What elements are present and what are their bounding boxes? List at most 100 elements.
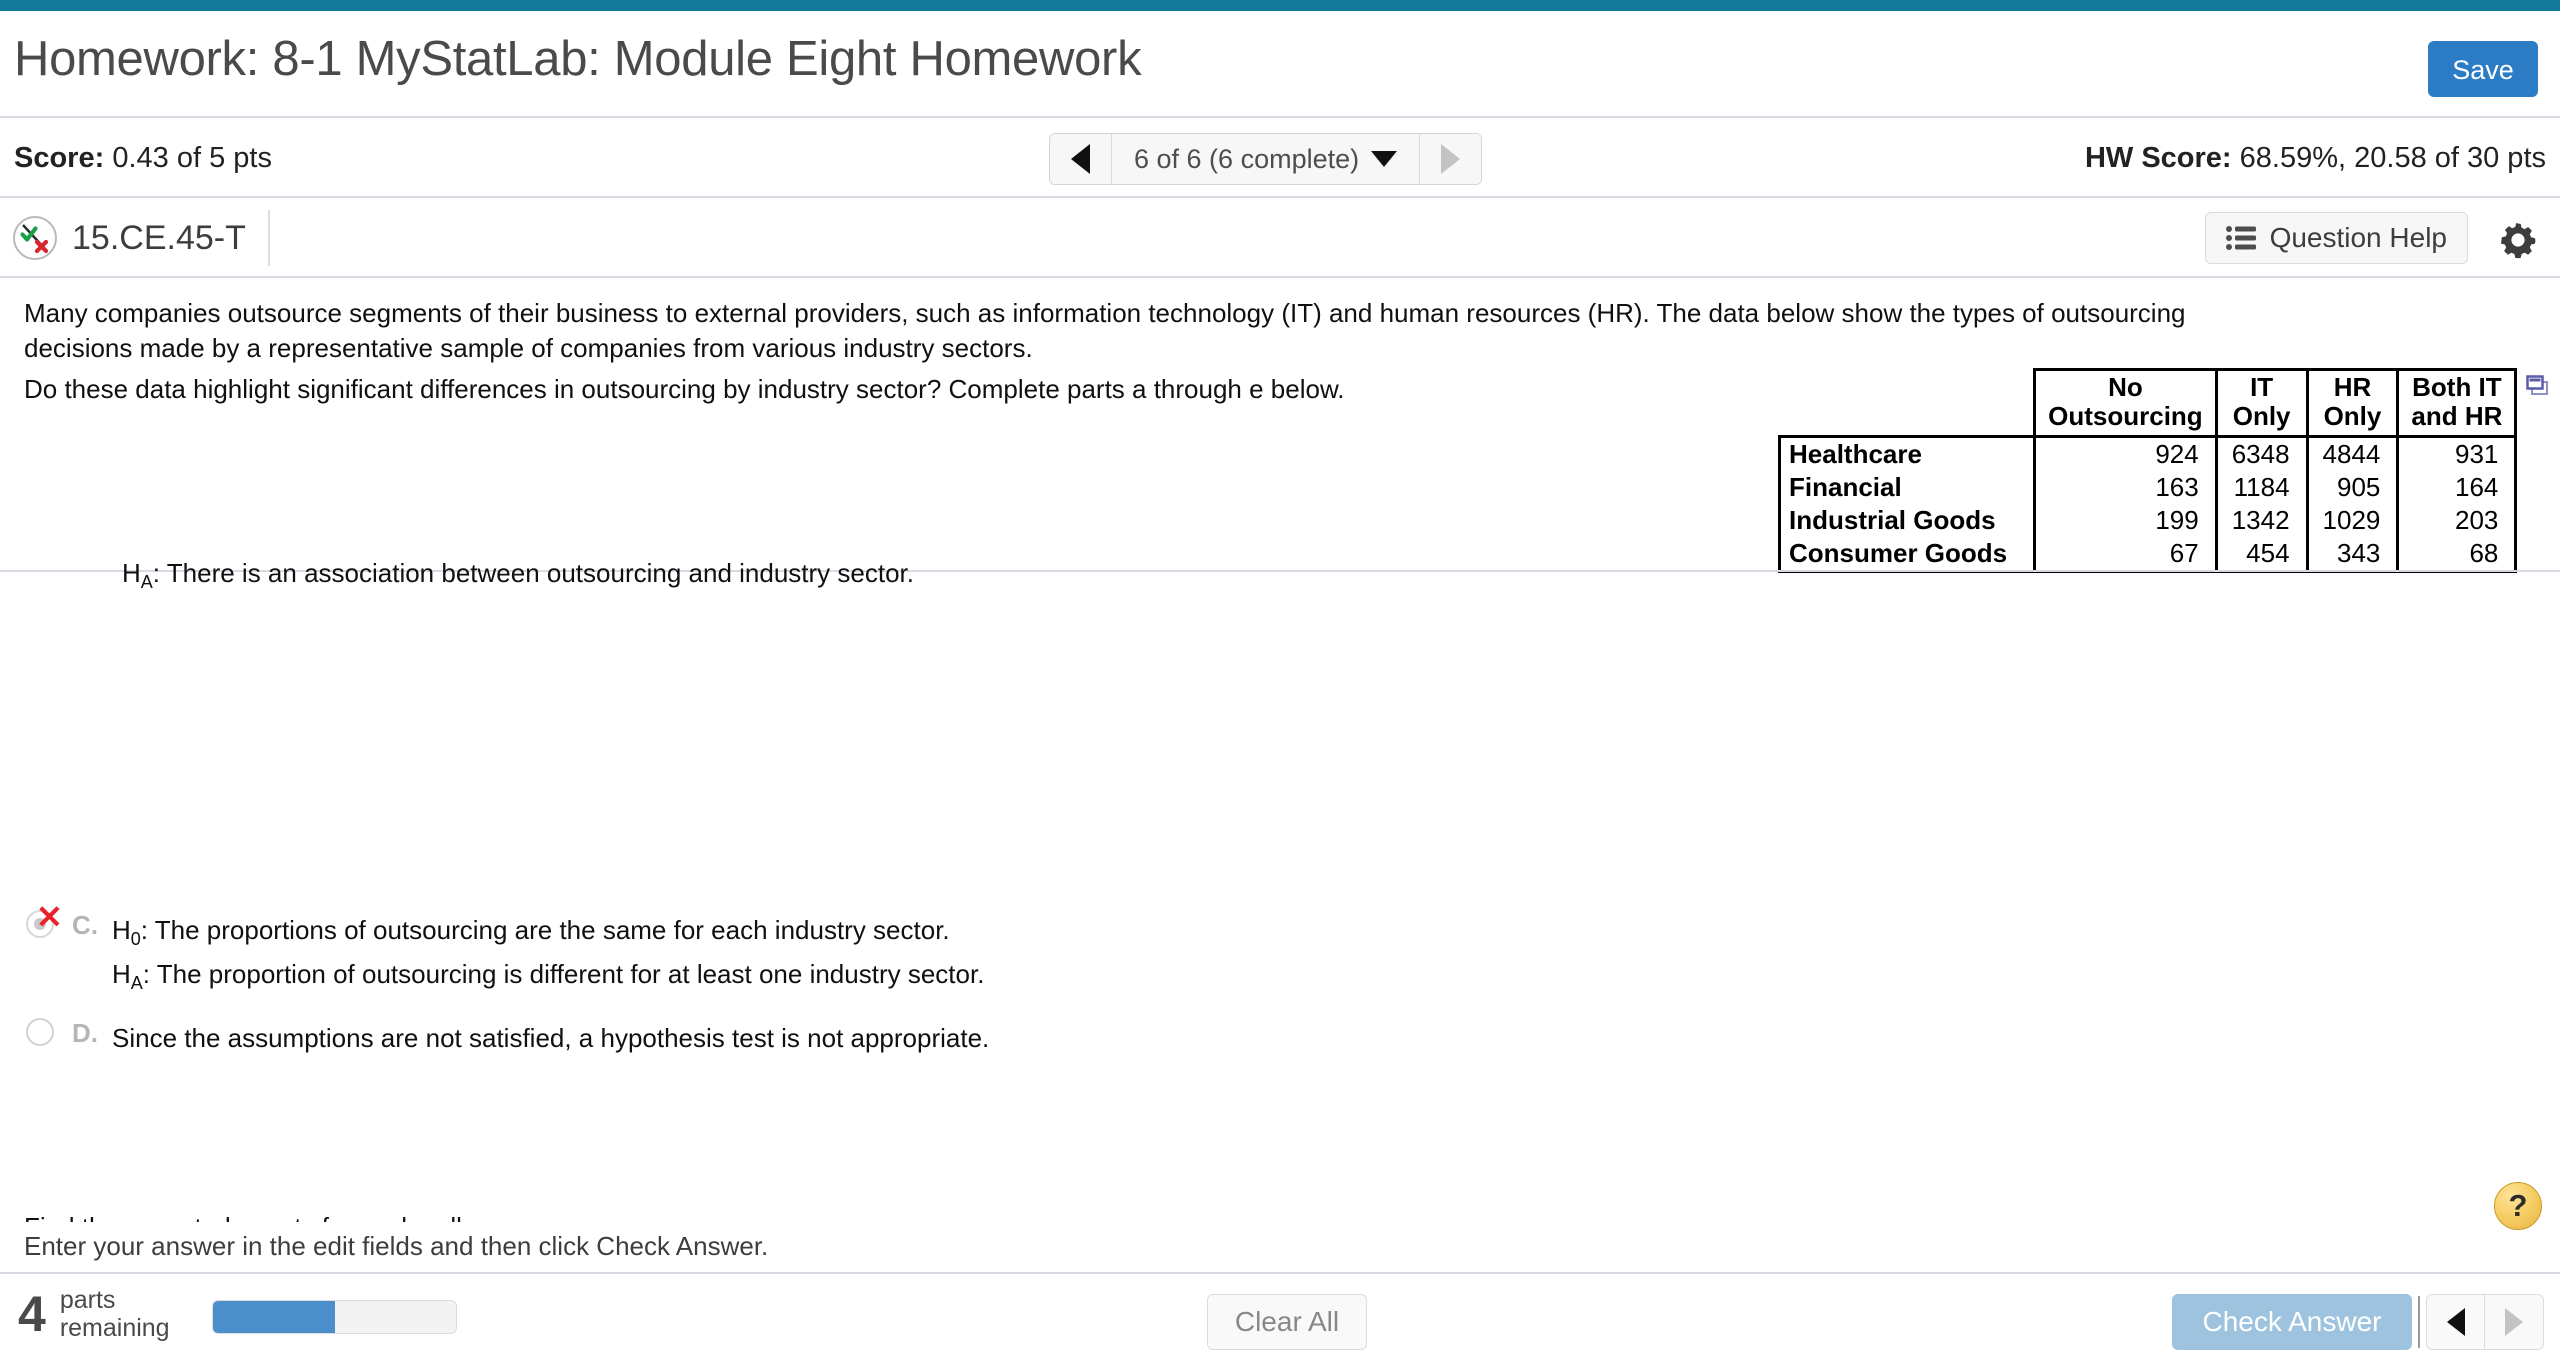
parts-label-line1: parts xyxy=(59,1286,116,1314)
hypothesis-null-text: : The proportions of outsourcing are the… xyxy=(140,915,950,945)
pager-label: 6 of 6 (6 complete) xyxy=(1134,143,1360,174)
cell-value: 6348 xyxy=(2214,435,2308,472)
score-value: 0.43 of 5 pts xyxy=(112,142,272,174)
mystatlab-homework-page: Homework: 8-1 MyStatLab: Module Eight Ho… xyxy=(0,0,2560,1352)
parts-remaining-count: 4 xyxy=(18,1286,46,1342)
option-c-row[interactable]: ✕ C. H0: The proportions of outsourcing … xyxy=(26,901,985,998)
column-header-both-it-and-hr: Both IT and HR xyxy=(2396,367,2518,439)
incorrect-mark-icon: ✕ xyxy=(36,899,63,935)
table-row: Industrial Goods 199 1342 1029 203 xyxy=(1777,504,2518,538)
option-c-radio[interactable]: ✕ xyxy=(26,901,63,944)
table-row: Healthcare 924 6348 4844 931 xyxy=(1777,435,2518,472)
cell-value: 199 xyxy=(2033,504,2217,538)
assignment-score: Score: 0.43 of 5 pts xyxy=(14,142,272,175)
table-row: Financial 163 1184 905 164 xyxy=(1777,471,2518,505)
footer-divider xyxy=(2418,1296,2420,1348)
cell-value: 454 xyxy=(2214,537,2308,574)
option-d-radio[interactable] xyxy=(26,1018,60,1052)
hypothesis-text: There is an association between outsourc… xyxy=(166,558,914,588)
score-bar: Score: 0.43 of 5 pts 6 of 6 (6 complete)… xyxy=(0,118,2560,198)
h-symbol: H xyxy=(122,558,141,588)
radio-unselected-icon xyxy=(26,1018,54,1046)
cell-value: 4844 xyxy=(2305,435,2398,472)
option-c-letter: C. xyxy=(72,910,98,940)
check-answer-button[interactable]: Check Answer xyxy=(2172,1294,2412,1350)
table-row: Consumer Goods 67 454 343 68 xyxy=(1777,537,2518,574)
cell-value: 924 xyxy=(2033,435,2217,472)
cell-value: 67 xyxy=(2033,537,2217,574)
footer-navigation[interactable] xyxy=(2426,1294,2544,1350)
prompt-paragraph-2: Do these data highlight significant diff… xyxy=(24,374,1345,404)
triangle-left-icon xyxy=(2446,1308,2465,1336)
cell-value: 203 xyxy=(2396,504,2518,538)
source-data-table: No Outsourcing IT Only HR Only Both IT a… xyxy=(1777,367,2518,574)
progress-bar xyxy=(212,1300,457,1334)
option-d-letter: D. xyxy=(72,1018,98,1048)
hypothesis-alt-text: : The proportion of outsourcing is diffe… xyxy=(142,959,985,990)
parts-remaining: 4 parts remaining xyxy=(18,1286,170,1342)
question-content: Many companies outsource segments of the… xyxy=(0,280,2560,1352)
pager-previous-button[interactable] xyxy=(1050,134,1112,184)
progress-bar-fill xyxy=(213,1301,335,1333)
hw-score-label: HW Score: xyxy=(2084,142,2232,174)
help-button[interactable]: ? xyxy=(2494,1182,2542,1230)
question-pager[interactable]: 6 of 6 (6 complete) xyxy=(1049,133,1483,185)
col-head-line1: IT xyxy=(2250,372,2274,402)
cell-value: 1342 xyxy=(2214,504,2308,538)
option-d-text: Since the assumptions are not satisfied,… xyxy=(112,1023,990,1053)
pager-next-button[interactable] xyxy=(1419,134,1482,184)
h-subscript: A xyxy=(130,973,143,994)
header-corner-cell xyxy=(1780,370,2035,437)
row-label-healthcare: Healthcare xyxy=(1777,435,2035,472)
row-label-consumer-goods: Consumer Goods xyxy=(1777,537,2035,574)
col-head-line1: HR xyxy=(2333,372,2372,402)
option-d-row[interactable]: D. Since the assumptions are not satisfi… xyxy=(26,1018,989,1058)
source-data-table-container: No Outsourcing IT Only HR Only Both IT a… xyxy=(1777,367,2548,574)
save-button[interactable]: Save xyxy=(2428,41,2538,97)
clear-all-button[interactable]: Clear All xyxy=(1207,1294,1367,1350)
cell-value: 905 xyxy=(2305,471,2398,505)
footer-previous-button[interactable] xyxy=(2427,1295,2485,1349)
question-help-label: Question Help xyxy=(2269,222,2447,253)
h-symbol: H xyxy=(112,915,131,945)
row-label-industrial-goods: Industrial Goods xyxy=(1777,504,2035,538)
page-title: Homework: 8-1 MyStatLab: Module Eight Ho… xyxy=(14,32,1142,86)
question-bar: 15.CE.45-T Question Help xyxy=(0,198,2560,278)
question-id-label: 15.CE.45-T xyxy=(72,218,246,257)
popout-window-icon[interactable] xyxy=(2526,374,2552,403)
settings-button[interactable] xyxy=(2492,214,2544,266)
cell-value: 163 xyxy=(2033,471,2217,505)
col-head-line2: Only xyxy=(2323,401,2382,432)
check-and-x-icon xyxy=(13,216,57,260)
status-message: Enter your answer in the edit fields and… xyxy=(24,1231,769,1261)
cell-value: 931 xyxy=(2396,435,2518,472)
cell-value: 1029 xyxy=(2305,504,2398,538)
pager-dropdown[interactable]: 6 of 6 (6 complete) xyxy=(1112,134,1420,184)
hw-score-value: 68.59%, 20.58 of 30 pts xyxy=(2239,142,2546,174)
cutoff-hypothesis-line: HA: There is an association between outs… xyxy=(122,558,914,593)
title-bar: Homework: 8-1 MyStatLab: Module Eight Ho… xyxy=(0,11,2560,118)
triangle-right-icon xyxy=(2505,1308,2523,1336)
cell-value: 1184 xyxy=(2214,471,2308,505)
h-subscript: 0 xyxy=(130,929,141,950)
col-head-line2: Outsourcing xyxy=(2048,401,2203,432)
parts-remaining-label: parts remaining xyxy=(60,1286,170,1342)
footer-bar: 4 parts remaining Clear All Check Answer xyxy=(0,1274,2560,1352)
col-head-line1: Both IT xyxy=(2412,372,2502,402)
score-label: Score: xyxy=(14,142,105,174)
col-head-line2: Only xyxy=(2232,401,2291,432)
row-label-financial: Financial xyxy=(1777,471,2035,505)
chevron-down-icon xyxy=(1371,151,1398,167)
col-head-line1: No xyxy=(2108,372,2143,402)
footer-next-button[interactable] xyxy=(2485,1295,2543,1349)
cell-value: 343 xyxy=(2305,537,2398,574)
cell-value: 68 xyxy=(2396,537,2518,574)
question-help-button[interactable]: Question Help xyxy=(2204,212,2468,264)
parts-label-line2: remaining xyxy=(59,1314,170,1342)
question-identifier: 15.CE.45-T xyxy=(12,210,270,266)
h-symbol: H xyxy=(112,959,131,990)
list-icon xyxy=(2225,226,2256,250)
h-subscript: A xyxy=(140,572,153,593)
column-header-no-outsourcing: No Outsourcing xyxy=(2033,367,2217,439)
top-accent-bar xyxy=(0,0,2560,11)
